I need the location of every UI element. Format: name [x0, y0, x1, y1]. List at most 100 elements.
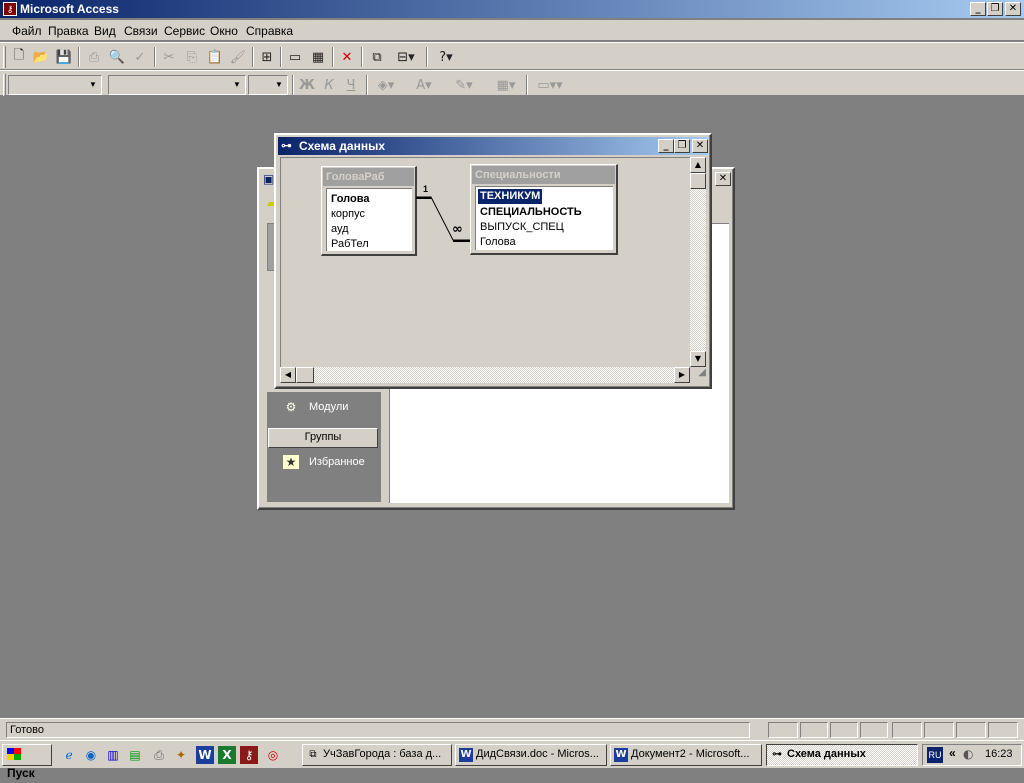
menu-window[interactable]: Окно [210, 24, 238, 38]
help-icon[interactable]: ?▾ [430, 46, 462, 68]
status-text: Готово [6, 722, 750, 738]
menu-view[interactable]: Вид [94, 24, 116, 38]
menu-file[interactable]: Файл [12, 24, 42, 38]
menu-tools[interactable]: Сервис [164, 24, 205, 38]
status-pane [830, 722, 858, 738]
relationship-join-line[interactable] [281, 158, 691, 368]
task-button-word-doc1[interactable]: W ДидСвязи.doc - Micros... [455, 744, 607, 766]
scroll-thumb[interactable] [690, 173, 706, 189]
horizontal-scrollbar[interactable]: ◀ ▶ [280, 367, 690, 383]
menu-edit[interactable]: Правка [48, 24, 89, 38]
volume-icon[interactable]: ◐ [963, 747, 973, 761]
minimize-button[interactable]: _ [658, 139, 674, 153]
toolbar-grip[interactable] [3, 46, 6, 68]
tools-icon[interactable]: ✦ [172, 746, 190, 764]
excel-icon[interactable]: X [218, 746, 236, 764]
task-button-database[interactable]: ⧉ УчЗавГорода : база д... [302, 744, 452, 766]
print-preview-icon[interactable]: 🔍 [106, 46, 128, 68]
close-button[interactable]: ✕ [1005, 2, 1021, 16]
book-icon[interactable]: ▥ [104, 746, 122, 764]
access-icon[interactable]: ⚷ [240, 746, 258, 764]
scroll-right-icon[interactable]: ▶ [674, 367, 690, 383]
word-icon[interactable]: W [196, 746, 214, 764]
cut-icon[interactable]: ✂ [158, 46, 180, 68]
close-button[interactable]: ✕ [692, 139, 708, 153]
show-all-icon[interactable]: ▦ [307, 46, 329, 68]
chevron-down-icon: ▼ [233, 80, 241, 89]
relationships-icon: ⊶ [281, 139, 292, 152]
scroll-left-icon[interactable]: ◀ [280, 367, 296, 383]
copy-icon[interactable]: ⎘ [181, 46, 203, 68]
relationships-title-bar[interactable]: ⊶ Схема данных _ ❐ ✕ [278, 137, 708, 155]
start-label: Пуск [7, 766, 35, 780]
delete-icon[interactable]: ✕ [336, 46, 358, 68]
underline-button[interactable]: Ч [340, 74, 362, 96]
minimize-button[interactable]: _ [970, 2, 986, 16]
internet-explorer-icon[interactable]: ℯ [60, 746, 78, 764]
database-close-button[interactable]: ✕ [715, 172, 731, 186]
show-direct-icon[interactable]: ▭ [284, 46, 306, 68]
task-label: Документ2 - Microsoft... [631, 748, 750, 760]
line-color-icon[interactable]: ✎▾ [448, 74, 480, 96]
windows-logo-icon [7, 748, 21, 760]
taskbar: Пуск ℯ ◉ ▥ ▤ ⎙ ✦ W X ⚷ ◎ ⧉ УчЗавГорода :… [0, 740, 1024, 780]
task-button-relationships[interactable]: ⊶ Схема данных [766, 744, 918, 766]
outlook-icon[interactable]: ◉ [82, 746, 100, 764]
task-button-word-doc2[interactable]: W Документ2 - Microsoft... [610, 744, 762, 766]
line-width-icon[interactable]: ▭▾▾ [530, 74, 570, 96]
toolbar-separator [78, 47, 80, 67]
chevron-left-icon[interactable]: « [949, 746, 956, 760]
clock[interactable]: 16:23 [985, 748, 1013, 760]
scroll-thumb[interactable] [296, 367, 314, 383]
status-pane [800, 722, 828, 738]
bold-button[interactable]: Ж [296, 74, 318, 96]
open-icon[interactable]: 📂 [30, 46, 52, 68]
font-size-combo[interactable]: ▼ [248, 75, 288, 95]
show-table-icon[interactable]: ⊞ [256, 46, 278, 68]
font-color-icon[interactable]: A▾ [408, 74, 440, 96]
font-name-combo[interactable]: ▼ [108, 75, 246, 95]
new-icon[interactable]: 🗋 [8, 46, 30, 68]
resize-grip-icon[interactable]: ◢ [690, 367, 706, 383]
format-painter-icon[interactable]: 🖌 [227, 46, 249, 68]
media-icon[interactable]: ◎ [264, 746, 282, 764]
vertical-scrollbar[interactable]: ▲ ▼ [690, 157, 706, 367]
menu-relationships[interactable]: Связи [124, 24, 158, 38]
toolbar-separator [366, 75, 368, 95]
app-title-bar[interactable]: ⚷ Microsoft Access _ ❐ ✕ [0, 0, 1024, 18]
word-icon: W [459, 748, 473, 762]
toolbar-separator [526, 75, 528, 95]
language-indicator[interactable]: RU [927, 747, 943, 763]
gridlines-icon[interactable]: ▦▾ [490, 74, 522, 96]
printer-icon[interactable]: ⎙ [150, 746, 168, 764]
status-pane [988, 722, 1018, 738]
start-button[interactable]: Пуск [2, 744, 52, 780]
scroll-up-icon[interactable]: ▲ [690, 157, 706, 173]
toolbar-separator [252, 47, 254, 67]
italic-button[interactable]: К [318, 74, 340, 96]
toolbar-grip[interactable] [3, 74, 6, 96]
groups-button[interactable]: Группы [268, 428, 378, 448]
list-item[interactable]: ⚙ Модули [283, 397, 349, 417]
scroll-down-icon[interactable]: ▼ [690, 351, 706, 367]
formatting-toolbar: ▼ ▼ ▼ Ж К Ч ◈▾ A▾ ✎▾ ▦▾ ▭▾▾ [0, 70, 1024, 96]
database-window-icon[interactable]: ⧉ [366, 46, 388, 68]
list-item[interactable]: ★ Избранное [283, 452, 365, 472]
menu-help[interactable]: Справка [246, 24, 293, 38]
spelling-icon[interactable]: ✓ [129, 46, 151, 68]
status-pane [768, 722, 798, 738]
relationships-window[interactable]: ⊶ Схема данных _ ❐ ✕ ГоловаРаб Голова ко… [274, 133, 712, 389]
winrar-icon[interactable]: ▤ [126, 746, 144, 764]
paste-icon[interactable]: 📋 [204, 46, 226, 68]
print-icon[interactable]: ⎙ [83, 46, 105, 68]
standard-toolbar: 🗋 📂 💾 ⎙ 🔍 ✓ ✂ ⎘ 📋 🖌 ⊞ ▭ ▦ ✕ ⧉ ⊟▾ ?▾ [0, 42, 1024, 70]
save-icon[interactable]: 💾 [53, 46, 75, 68]
fill-color-icon[interactable]: ◈▾ [370, 74, 402, 96]
restore-button[interactable]: ❐ [987, 2, 1003, 16]
relationships-canvas[interactable]: ГоловаРаб Голова корпус ауд РабТел Специ… [280, 157, 690, 367]
new-object-icon[interactable]: ⊟▾ [390, 46, 422, 68]
maximize-button[interactable]: ❐ [674, 139, 690, 153]
object-combo[interactable]: ▼ [8, 75, 102, 95]
task-label: УчЗавГорода : база д... [323, 748, 442, 760]
modules-icon: ⚙ [285, 400, 297, 414]
